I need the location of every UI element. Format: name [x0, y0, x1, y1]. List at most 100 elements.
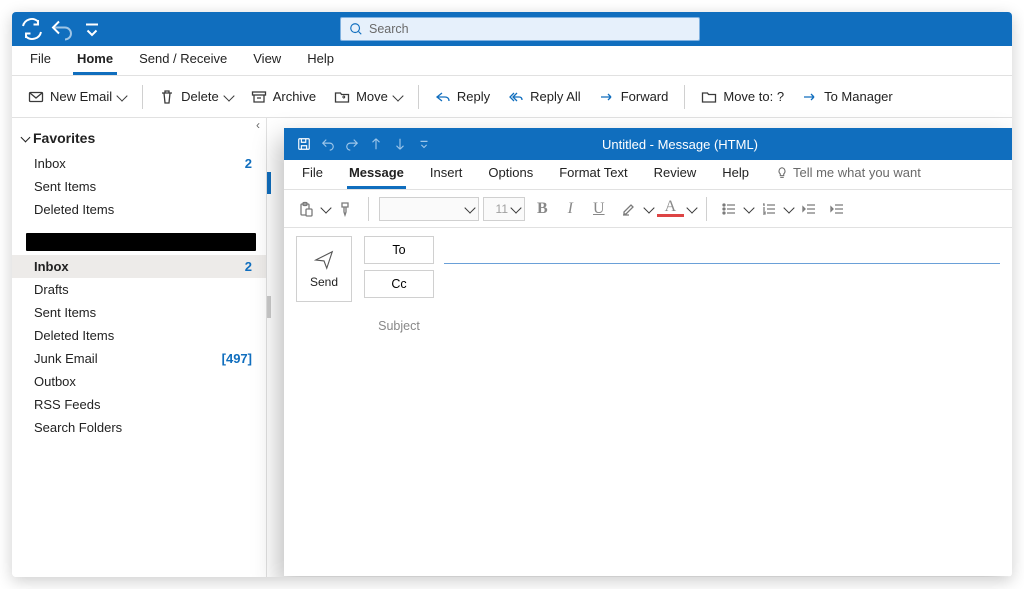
- to-manager-button[interactable]: To Manager: [794, 82, 901, 112]
- chevron-down-icon: [510, 202, 521, 213]
- compose-title-bar: Untitled - Message (HTML): [284, 128, 1012, 160]
- paste-button[interactable]: [294, 195, 318, 223]
- sidebar-favorite-item[interactable]: Sent Items: [12, 175, 266, 198]
- outdent-button[interactable]: [797, 195, 821, 223]
- sidebar-folder-item[interactable]: Outbox: [12, 370, 266, 393]
- bullets-button[interactable]: [717, 195, 741, 223]
- archive-button[interactable]: Archive: [243, 82, 324, 112]
- undo-icon[interactable]: [50, 17, 74, 41]
- tab-file[interactable]: File: [26, 51, 55, 75]
- delete-button[interactable]: Delete: [151, 82, 241, 112]
- chevron-down-icon: [223, 90, 234, 101]
- search-input[interactable]: [363, 21, 691, 37]
- sync-icon[interactable]: [20, 17, 44, 41]
- sidebar-item-label: Inbox: [34, 259, 69, 274]
- sidebar-folder-item[interactable]: Search Folders: [12, 416, 266, 439]
- forward-button[interactable]: Forward: [591, 82, 677, 112]
- compose-tab-message[interactable]: Message: [347, 165, 406, 189]
- sidebar-folder-item[interactable]: Inbox2: [12, 255, 266, 278]
- send-button[interactable]: Send: [296, 236, 352, 302]
- chevron-down-icon[interactable]: [320, 202, 331, 213]
- compose-window: Untitled - Message (HTML) File Message I…: [284, 128, 1012, 576]
- tab-help[interactable]: Help: [303, 51, 338, 75]
- compose-tab-format[interactable]: Format Text: [557, 165, 629, 189]
- indent-button[interactable]: [825, 195, 849, 223]
- chevron-down-icon: [21, 132, 31, 142]
- new-email-label: New Email: [50, 89, 112, 104]
- tab-view[interactable]: View: [249, 51, 285, 75]
- sidebar-folder-item[interactable]: Drafts: [12, 278, 266, 301]
- qat-dropdown-icon[interactable]: [80, 17, 104, 41]
- lightbulb-icon: [775, 166, 789, 180]
- to-manager-label: To Manager: [824, 89, 893, 104]
- mail-icon: [28, 89, 44, 105]
- cc-button[interactable]: Cc: [364, 270, 434, 298]
- chevron-down-icon[interactable]: [783, 202, 794, 213]
- separator: [684, 85, 685, 109]
- favorites-header[interactable]: Favorites: [12, 118, 266, 152]
- move-button[interactable]: Move: [326, 82, 410, 112]
- separator: [368, 197, 369, 221]
- separator: [142, 85, 143, 109]
- save-icon[interactable]: [292, 132, 316, 156]
- font-color-button[interactable]: A: [657, 200, 685, 217]
- undo-icon[interactable]: [316, 132, 340, 156]
- chevron-down-icon[interactable]: [743, 202, 754, 213]
- reply-all-label: Reply All: [530, 89, 581, 104]
- to-input[interactable]: [444, 236, 1000, 264]
- compose-tab-file[interactable]: File: [300, 165, 325, 189]
- chevron-down-icon[interactable]: [686, 202, 697, 213]
- compose-tab-review[interactable]: Review: [652, 165, 699, 189]
- chevron-down-icon[interactable]: [643, 202, 654, 213]
- next-icon[interactable]: [388, 132, 412, 156]
- numbering-button[interactable]: [757, 195, 781, 223]
- move-to-button[interactable]: Move to: ?: [693, 82, 792, 112]
- compose-body: Send To Cc Subject: [284, 228, 1012, 348]
- prev-icon[interactable]: [364, 132, 388, 156]
- sidebar-folder-item[interactable]: Deleted Items: [12, 324, 266, 347]
- sidebar-item-count: 2: [245, 156, 252, 171]
- font-name-select[interactable]: [379, 197, 479, 221]
- format-painter-button[interactable]: [334, 195, 358, 223]
- reply-all-button[interactable]: Reply All: [500, 82, 589, 112]
- to-button[interactable]: To: [364, 236, 434, 264]
- chevron-down-icon: [116, 90, 127, 101]
- subject-input[interactable]: [444, 312, 1000, 340]
- bold-button[interactable]: B: [529, 200, 556, 218]
- search-box[interactable]: [340, 17, 700, 41]
- tell-me-label: Tell me what you want: [793, 165, 921, 180]
- forward-arrow-icon: [802, 89, 818, 105]
- highlight-button[interactable]: [617, 195, 641, 223]
- chevron-down-icon: [464, 202, 475, 213]
- tell-me-input[interactable]: Tell me what you want: [773, 165, 923, 189]
- new-email-button[interactable]: New Email: [20, 82, 134, 112]
- compose-tab-insert[interactable]: Insert: [428, 165, 465, 189]
- folder-pane: ‹ Favorites Inbox2Sent ItemsDeleted Item…: [12, 118, 267, 577]
- reply-button[interactable]: Reply: [427, 82, 498, 112]
- italic-button[interactable]: I: [560, 200, 581, 218]
- compose-tab-help[interactable]: Help: [720, 165, 751, 189]
- sidebar-favorite-item[interactable]: Inbox2: [12, 152, 266, 175]
- collapse-pane-icon[interactable]: ‹: [250, 118, 266, 134]
- archive-icon: [251, 89, 267, 105]
- sidebar-folder-item[interactable]: RSS Feeds: [12, 393, 266, 416]
- compose-tab-options[interactable]: Options: [486, 165, 535, 189]
- tab-send-receive[interactable]: Send / Receive: [135, 51, 231, 75]
- sidebar-item-label: Drafts: [34, 282, 69, 297]
- account-name-redacted[interactable]: [26, 233, 256, 251]
- sidebar-folder-item[interactable]: Junk Email[497]: [12, 347, 266, 370]
- tab-home[interactable]: Home: [73, 51, 117, 75]
- sidebar-item-label: Search Folders: [34, 420, 122, 435]
- underline-button[interactable]: U: [585, 200, 613, 218]
- sidebar-favorite-item[interactable]: Deleted Items: [12, 198, 266, 221]
- font-size-value: 11: [496, 202, 508, 216]
- cc-input[interactable]: [444, 270, 1000, 298]
- archive-label: Archive: [273, 89, 316, 104]
- font-size-select[interactable]: 11: [483, 197, 525, 221]
- redo-icon[interactable]: [340, 132, 364, 156]
- forward-arrow-icon: [599, 89, 615, 105]
- qat-dropdown-icon[interactable]: [412, 132, 436, 156]
- compose-ribbon-tabs: File Message Insert Options Format Text …: [284, 160, 1012, 190]
- sidebar-folder-item[interactable]: Sent Items: [12, 301, 266, 324]
- compose-title: Untitled - Message (HTML): [436, 137, 1004, 152]
